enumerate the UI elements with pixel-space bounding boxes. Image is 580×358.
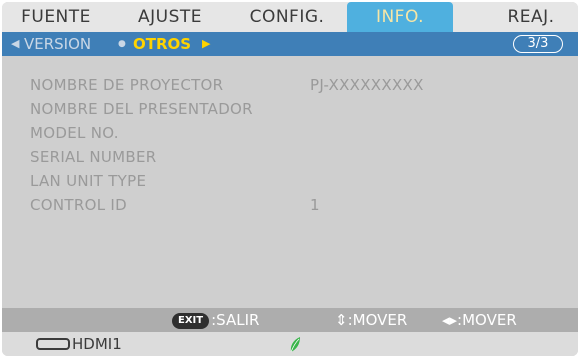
subtab-right-arrow-icon[interactable]: ▶ bbox=[202, 32, 210, 56]
tab-info[interactable]: INFO. bbox=[347, 2, 453, 32]
exit-key-icon: EXIT bbox=[172, 313, 210, 329]
eco-leaf-icon bbox=[290, 337, 300, 353]
menu-tab-bar: FUENTE AJUSTE CONFIG. INFO. REAJ. bbox=[2, 2, 578, 33]
info-label-control-id: CONTROL ID bbox=[30, 196, 127, 214]
source-label: HDMI1 bbox=[72, 335, 122, 353]
tab-ajuste[interactable]: AJUSTE bbox=[128, 2, 212, 32]
status-bar: HDMI1 bbox=[2, 332, 578, 356]
subtab-left-arrow-icon[interactable]: ◀ bbox=[11, 32, 19, 56]
info-value-projector-name: PJ-XXXXXXXXX bbox=[310, 76, 424, 94]
tab-config[interactable]: CONFIG. bbox=[238, 2, 336, 32]
projector-osd-menu: FUENTE AJUSTE CONFIG. INFO. REAJ. ◀ VERS… bbox=[2, 2, 578, 356]
exit-hint: EXIT:SALIR bbox=[172, 308, 259, 332]
submenu-tab-bar: ◀ VERSION ● OTROS ▶ 3/3 bbox=[2, 32, 578, 56]
tab-fuente[interactable]: FUENTE bbox=[16, 2, 96, 32]
key-hint-bar: EXIT:SALIR ⇕:MOVER ◂▸:MOVER bbox=[2, 308, 578, 332]
info-label-serial-number: SERIAL NUMBER bbox=[30, 148, 157, 166]
exit-hint-text: :SALIR bbox=[211, 311, 260, 329]
page-indicator: 3/3 bbox=[513, 35, 563, 53]
info-value-control-id: 1 bbox=[310, 196, 320, 214]
subtab-version[interactable]: VERSION bbox=[24, 32, 91, 56]
info-label-projector-name: NOMBRE DE PROYECTOR bbox=[30, 76, 224, 94]
info-label-presenter-name: NOMBRE DEL PRESENTADOR bbox=[30, 100, 253, 118]
subtab-otros[interactable]: OTROS bbox=[133, 32, 191, 56]
leftright-move-hint: ◂▸:MOVER bbox=[442, 311, 517, 329]
subtab-separator-icon: ● bbox=[118, 39, 126, 49]
tab-reaj[interactable]: REAJ. bbox=[496, 2, 566, 32]
info-label-lan-unit-type: LAN UNIT TYPE bbox=[30, 172, 147, 190]
updown-move-hint: ⇕:MOVER bbox=[335, 311, 408, 329]
hdmi-port-icon bbox=[36, 338, 70, 350]
info-label-model-no: MODEL NO. bbox=[30, 124, 119, 142]
